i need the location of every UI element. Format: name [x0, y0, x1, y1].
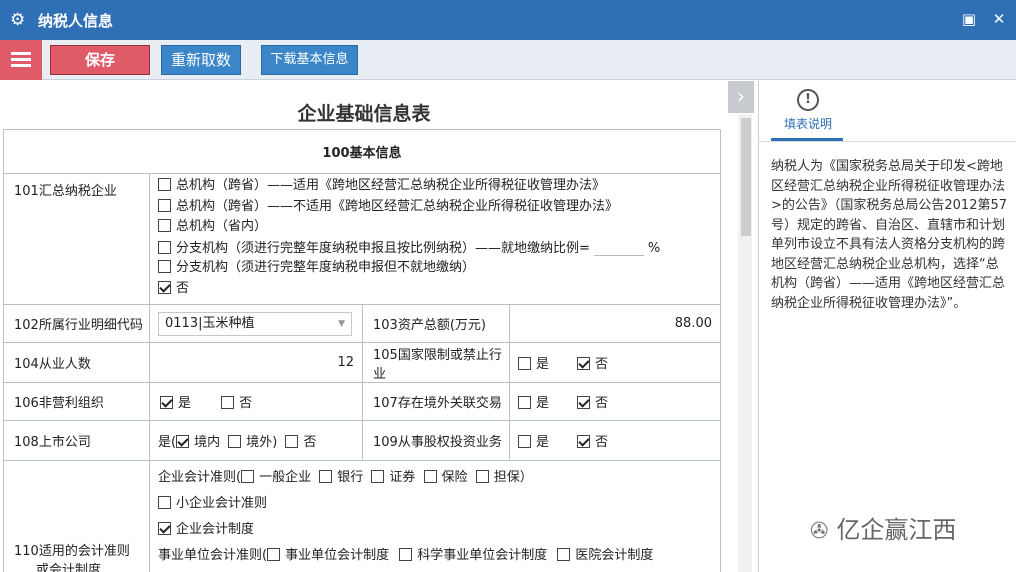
row-105-options: 是 否 — [509, 342, 721, 383]
form-area: 企业基础信息表 100基本信息 101汇总纳税企业 总机构（跨省）——适用《跨地… — [0, 81, 728, 572]
row-108-label: 108上市公司 — [3, 420, 150, 461]
refetch-button[interactable]: 重新取数 — [161, 45, 241, 75]
row-101-option-6[interactable]: 否 — [158, 279, 720, 300]
checkbox-checked-icon[interactable] — [577, 435, 591, 448]
checkbox-icon[interactable] — [158, 198, 171, 212]
enterprise-standard-line: 企业会计准则(一般企业 银行 证券 保险 担保） — [158, 470, 533, 485]
checkbox-icon[interactable] — [158, 240, 171, 254]
checkbox-checked-icon[interactable] — [158, 522, 171, 535]
scrollbar-thumb[interactable] — [741, 118, 751, 236]
row-109-no[interactable]: 否 — [577, 435, 608, 450]
checkbox-icon[interactable] — [158, 178, 171, 191]
basic-info-table: 100基本信息 101汇总纳税企业 总机构（跨省）——适用《跨地区经营汇总纳税企… — [3, 129, 721, 572]
checkbox-icon[interactable] — [518, 357, 531, 370]
row-102-cell: 0113|玉米种植 ▼ — [149, 304, 363, 343]
download-basic-info-button[interactable]: 下载基本信息 — [261, 45, 358, 75]
divider — [759, 141, 1016, 142]
instructions-panel: ! 填表说明 纳税人为《国家税务总局关于印发<跨地区经营汇总纳税企业所得税征收管… — [758, 81, 1016, 572]
row-106-options: 是 否 — [149, 382, 363, 421]
row-106-label: 106非营利组织 — [3, 382, 150, 421]
section-title: 100基本信息 — [3, 129, 721, 174]
row-105-no[interactable]: 否 — [577, 357, 608, 372]
row-102-label: 102所属行业明细代码 — [3, 304, 150, 343]
checkbox-icon[interactable] — [241, 470, 255, 483]
row-101-options: 总机构（跨省）——适用《跨地区经营汇总纳税企业所得税征收管理办法》 总机构（跨省… — [149, 173, 721, 305]
ratio-input[interactable] — [593, 238, 644, 256]
checkbox-icon[interactable] — [221, 396, 235, 409]
row-109-label: 109从事股权投资业务 — [362, 420, 510, 461]
row-104-label: 104从业人数 — [3, 342, 150, 383]
checkbox-icon[interactable] — [158, 496, 171, 509]
row-101-option-5[interactable]: 分支机构（须进行完整年度纳税申报但不就地缴纳） — [158, 258, 720, 279]
checkbox-checked-icon[interactable] — [577, 357, 591, 370]
checkbox-icon[interactable] — [371, 470, 385, 483]
restore-icon[interactable]: ▣ — [960, 10, 978, 28]
checkbox-checked-icon[interactable] — [577, 396, 591, 409]
row-106-no[interactable]: 否 — [221, 396, 252, 411]
row-107-yes[interactable]: 是 — [518, 396, 549, 411]
collapse-panel-chevron-icon[interactable]: › — [728, 81, 754, 113]
tab-instructions[interactable]: ! 填表说明 — [773, 89, 843, 132]
row-106-yes[interactable]: 是 — [160, 396, 191, 411]
row-101-option-2[interactable]: 总机构（跨省）——不适用《跨地区经营汇总纳税企业所得税征收管理办法》 — [158, 197, 720, 218]
wechat-icon: ✇ — [810, 519, 829, 544]
save-button[interactable]: 保存 — [50, 45, 150, 75]
checkbox-icon[interactable] — [518, 396, 531, 409]
form-title: 企业基础信息表 — [297, 103, 431, 125]
checkbox-icon[interactable] — [423, 470, 437, 483]
row-107-options: 是 否 — [509, 382, 721, 421]
enterprise-system-option[interactable]: 企业会计制度 — [158, 517, 720, 543]
window-title: 纳税人信息 — [38, 12, 114, 30]
checkbox-icon[interactable] — [285, 435, 299, 448]
row-101-option-3[interactable]: 总机构（省内） — [158, 217, 720, 238]
row-101-option-1[interactable]: 总机构（跨省）——适用《跨地区经营汇总纳税企业所得税征收管理办法》 — [158, 176, 720, 197]
instructions-text: 纳税人为《国家税务总局关于印发<跨地区经营汇总纳税企业所得税征收管理办法>的公告… — [771, 159, 1008, 311]
checkbox-icon[interactable] — [557, 548, 571, 561]
row-105-label: 105国家限制或禁止行业 — [362, 342, 510, 383]
row-109-options: 是 否 — [509, 420, 721, 461]
watermark: ✇ 亿企赢江西 — [810, 516, 957, 544]
checkbox-checked-icon[interactable] — [160, 396, 173, 409]
checkbox-icon[interactable] — [475, 470, 489, 483]
row-101-label: 101汇总纳税企业 — [3, 173, 150, 305]
row-110-label: 110适用的会计准则 或会计制度 — [3, 460, 150, 572]
row-109-yes[interactable]: 是 — [518, 435, 549, 450]
gear-icon: ⚙ — [10, 10, 26, 30]
small-enterprise-option[interactable]: 小企业会计准则 — [158, 491, 720, 517]
total-assets-value[interactable]: 88.00 — [509, 304, 721, 343]
close-icon[interactable]: ✕ — [990, 10, 1008, 28]
row-105-yes[interactable]: 是 — [518, 357, 549, 372]
row-101-option-4[interactable]: 分支机构（须进行完整年度纳税申报且按比例纳税）——就地缴纳比例=% — [158, 238, 720, 259]
checkbox-icon[interactable] — [267, 548, 281, 561]
info-icon: ! — [797, 89, 819, 111]
public-institution-line: 事业单位会计准则(事业单位会计制度 科学事业单位会计制度 医院会计制度 — [158, 548, 654, 563]
chevron-down-icon: ▼ — [338, 318, 345, 329]
row-108-options: 是(境内 境外) 否 — [149, 420, 363, 461]
checkbox-icon[interactable] — [518, 435, 531, 448]
checkbox-icon[interactable] — [158, 219, 171, 232]
checkbox-icon[interactable] — [158, 260, 171, 273]
hamburger-menu-icon[interactable] — [0, 40, 42, 80]
toolbar: 保存 重新取数 下载基本信息 — [0, 40, 1016, 80]
row-103-label: 103资产总额(万元) — [362, 304, 510, 343]
title-bar: ⚙ 纳税人信息 ▣ ✕ — [0, 0, 1016, 40]
checkbox-checked-icon[interactable] — [158, 280, 171, 294]
row-110-options: 企业会计准则(一般企业 银行 证券 保险 担保） 小企业会计准则 企业会计制度 … — [149, 460, 721, 572]
checkbox-checked-icon[interactable] — [176, 435, 190, 448]
checkbox-icon[interactable] — [399, 548, 413, 561]
row-107-label: 107存在境外关联交易 — [362, 382, 510, 421]
checkbox-icon[interactable] — [319, 470, 333, 483]
industry-code-select[interactable]: 0113|玉米种植 ▼ — [158, 311, 352, 336]
row-107-no[interactable]: 否 — [577, 396, 608, 411]
employees-value[interactable]: 12 — [149, 342, 363, 383]
checkbox-icon[interactable] — [228, 435, 242, 448]
